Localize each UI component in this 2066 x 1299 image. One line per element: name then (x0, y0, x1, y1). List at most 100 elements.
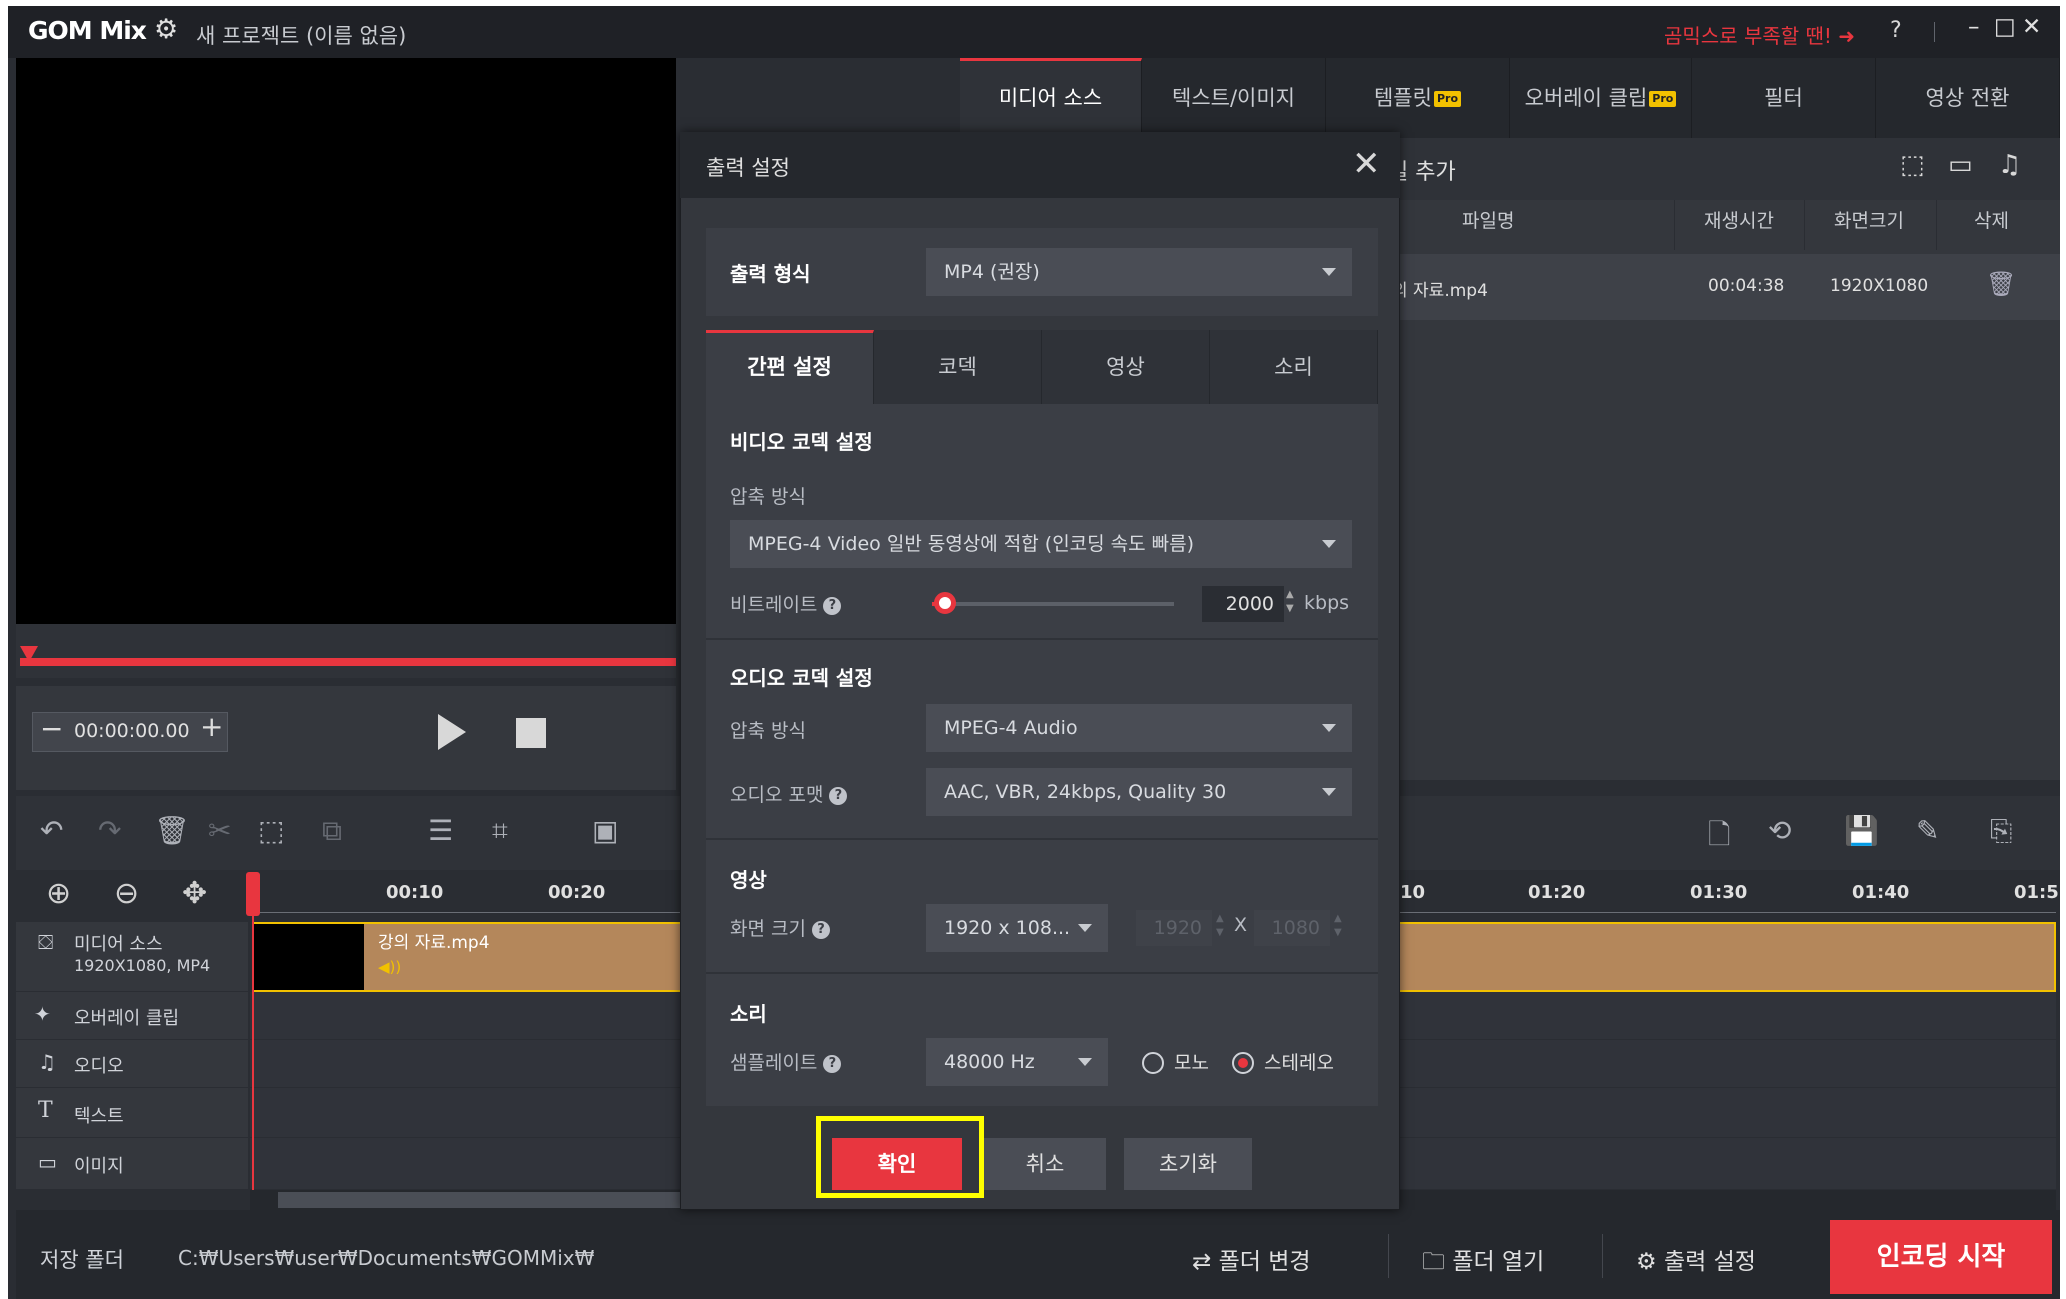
audio-compression-label: 압축 방식 (730, 720, 806, 742)
video-compression-select[interactable]: MPEG-4 Video 일반 동영상에 적합 (인코딩 속도 빠름) (730, 520, 1352, 568)
subtab-sound[interactable]: 소리 (1210, 330, 1378, 404)
timecode-plus-button[interactable]: + (200, 710, 223, 743)
screen-size-select[interactable]: 1920 x 108... (926, 904, 1108, 952)
open-project-icon[interactable]: ⟲ (1768, 814, 1791, 847)
tab-overlay-clip[interactable]: 오버레이 클립 Pro (1510, 58, 1692, 138)
playhead-handle[interactable] (246, 872, 260, 916)
fit-icon[interactable]: ✥ (182, 876, 207, 911)
close-window-button[interactable]: ✕ (2022, 14, 2041, 40)
stop-icon[interactable] (516, 718, 546, 748)
ruler-tick: 00:10 (386, 882, 444, 903)
frame-icon[interactable]: ▣ (592, 814, 618, 847)
play-icon[interactable] (438, 714, 466, 750)
audio-format-select[interactable]: AAC, VBR, 24kbps, Quality 30 (926, 768, 1352, 816)
output-settings-button[interactable]: ⚙ 출력 설정 (1636, 1242, 1756, 1276)
output-format-label: 출력 형식 (730, 262, 811, 286)
audio-compression-select[interactable]: MPEG-4 Audio (926, 704, 1352, 752)
stereo-label[interactable]: 스테레오 (1264, 1048, 1334, 1075)
spinner-icon[interactable]: ▲ ▼ (1286, 588, 1294, 616)
column-header-resolution[interactable]: 화면크기 (1834, 206, 1904, 233)
track-label-overlay: 오버레이 클립 (74, 1008, 180, 1029)
trash-icon[interactable]: 🗑 (1986, 270, 2016, 298)
row-duration: 00:04:38 (1708, 276, 1785, 296)
close-icon[interactable]: ✕ (1352, 144, 1381, 184)
help-button[interactable]: ? (1890, 18, 1902, 43)
subtab-codec[interactable]: 코덱 (874, 330, 1042, 404)
speaker-icon: ◀)) (378, 958, 402, 976)
select-all-icon[interactable]: ⬚ (1900, 150, 1925, 180)
sound-section-title: 소리 (730, 1002, 767, 1026)
tab-media-source[interactable]: 미디어 소스 (960, 58, 1142, 138)
help-icon[interactable]: ? (823, 1054, 842, 1073)
column-header-filename[interactable]: 파일명 (1462, 206, 1514, 233)
export-project-icon[interactable]: ⎘ (1990, 814, 2012, 848)
music-note-icon[interactable]: ♫ (1998, 150, 2021, 180)
change-folder-button[interactable]: ⇄ 폴더 변경 (1192, 1242, 1311, 1276)
save-project-icon[interactable]: 💾 (1844, 814, 1879, 847)
tab-filter[interactable]: 필터 (1692, 58, 1876, 138)
tab-text-image[interactable]: 텍스트/이미지 (1142, 58, 1326, 138)
promo-link[interactable]: 곰믹스로 부족할 땐! ➜ (1664, 20, 1855, 49)
undo-icon[interactable]: ↶ (40, 814, 63, 847)
samplerate-select[interactable]: 48000 Hz (926, 1038, 1108, 1086)
project-title: 새 프로젝트 (이름 없음) (196, 24, 407, 48)
open-folder-button[interactable]: 🗀 폴더 열기 (1422, 1242, 1544, 1284)
minimize-button[interactable]: – (1968, 14, 1980, 40)
new-project-icon[interactable]: 🗋 (1708, 814, 1731, 862)
samplerate-label: 샘플레이트? (730, 1048, 842, 1075)
help-icon[interactable]: ? (829, 786, 848, 805)
encode-start-button[interactable]: 인코딩 시작 (1830, 1220, 2052, 1294)
save-as-icon[interactable]: ✎ (1916, 814, 1939, 847)
video-preview[interactable] (16, 58, 676, 624)
mono-label[interactable]: 모노 (1174, 1048, 1209, 1075)
redo-icon[interactable]: ↷ (98, 814, 121, 847)
bitrate-slider-track[interactable] (938, 602, 1174, 606)
reset-button[interactable]: 초기화 (1124, 1138, 1252, 1190)
stereo-radio[interactable] (1232, 1052, 1254, 1074)
playhead-line (252, 916, 254, 1190)
subtab-easy[interactable]: 간편 설정 (706, 330, 874, 404)
timecode-minus-button[interactable]: − (40, 712, 63, 745)
help-icon[interactable]: ? (823, 596, 842, 615)
chevron-down-icon (1322, 540, 1336, 548)
seek-head[interactable] (20, 646, 38, 662)
zoom-in-icon[interactable]: ⊕ (46, 876, 71, 911)
audio-codec-section-title: 오디오 코덱 설정 (730, 666, 873, 690)
crop-icon[interactable]: ⌗ (492, 814, 508, 848)
button-divider (1602, 1234, 1603, 1278)
app-logo: GOM Mix (28, 16, 147, 45)
split-icon[interactable]: ⧉ (322, 814, 342, 848)
maximize-button[interactable]: □ (1994, 14, 2016, 40)
chevron-down-icon (1078, 1058, 1092, 1066)
check-media-icon[interactable]: ▭ (1948, 150, 1973, 180)
select-area-icon[interactable]: ⬚ (258, 814, 284, 847)
seek-bar[interactable] (20, 658, 676, 666)
tab-transition[interactable]: 영상 전환 (1876, 58, 2060, 138)
spinner-icon: ▲ ▼ (1216, 913, 1224, 938)
video-compression-label: 압축 방식 (730, 486, 806, 508)
tab-template[interactable]: 템플릿 Pro (1326, 58, 1510, 138)
adjust-icon[interactable]: ☰ (428, 814, 453, 847)
bitrate-unit: kbps (1304, 592, 1350, 614)
save-folder-label: 저장 폴더 (40, 1248, 124, 1272)
ruler-tick: 10 (1400, 882, 1426, 903)
bitrate-input[interactable]: 2000 (1202, 586, 1284, 622)
ruler-tick: 01:20 (1528, 882, 1586, 903)
subtab-video[interactable]: 영상 (1042, 330, 1210, 404)
section-divider (706, 638, 1378, 640)
bitrate-slider-handle[interactable] (934, 592, 957, 614)
cut-icon[interactable]: ✂ (208, 814, 231, 847)
folder-swap-icon: ⇄ (1192, 1249, 1219, 1275)
mono-radio[interactable] (1142, 1052, 1164, 1074)
highlight-box (816, 1116, 984, 1198)
cancel-button[interactable]: 취소 (984, 1138, 1106, 1190)
help-icon[interactable]: ? (811, 920, 830, 939)
section-divider (706, 838, 1378, 840)
gear-icon[interactable]: ⚙ (154, 14, 178, 45)
zoom-out-icon[interactable]: ⊖ (114, 876, 139, 911)
column-divider (1804, 200, 1805, 250)
delete-icon[interactable]: 🗑 (154, 814, 190, 847)
folder-icon: 🗀 (1422, 1249, 1453, 1275)
output-format-select[interactable]: MP4 (권장) (926, 248, 1352, 296)
column-header-duration[interactable]: 재생시간 (1704, 206, 1774, 233)
